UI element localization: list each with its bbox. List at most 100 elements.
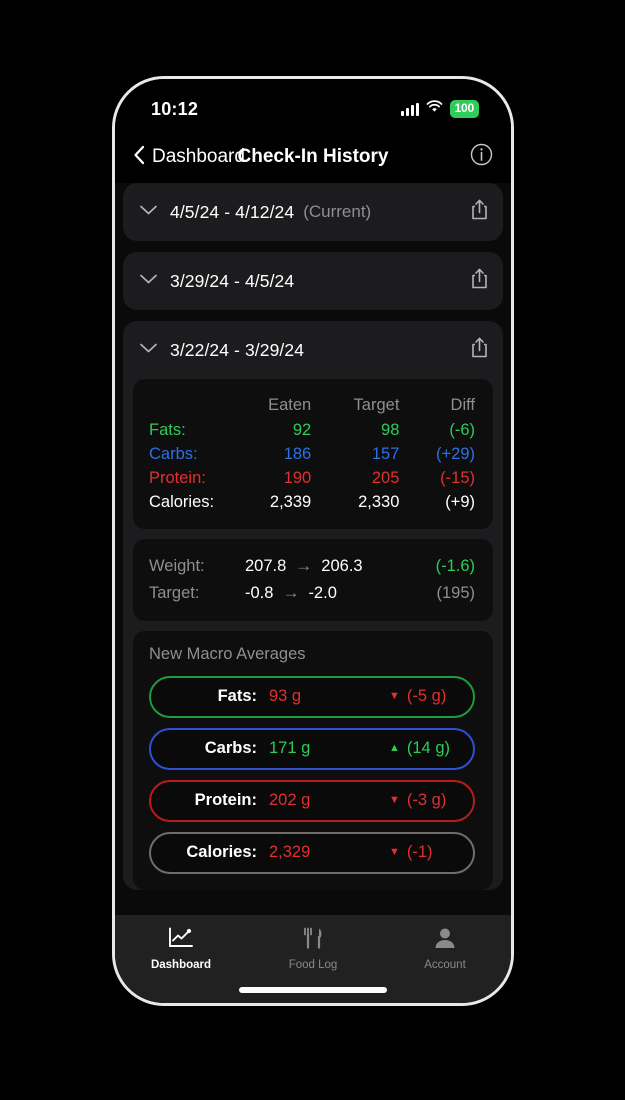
status-bar-time: 10:12 xyxy=(151,98,199,119)
app-screen: 10:12 100 Dashboard Check-In History 4/5… xyxy=(115,79,511,1003)
check-in-range: 4/5/24 - 4/12/24 xyxy=(170,201,295,222)
macro-diff: (+9) xyxy=(445,493,475,511)
target-row: Target: -0.8 → -2.0 (195) xyxy=(149,580,475,607)
pill-label: Calories: xyxy=(186,843,257,861)
tab-label: Dashboard xyxy=(150,959,212,971)
chevron-down-icon xyxy=(139,203,158,221)
macro-average-pill-calories[interactable]: Calories: 2,329 ▼ (-1) xyxy=(149,831,475,874)
macro-average-pill-carbs[interactable]: Carbs: 171 g ▲ (14 g) xyxy=(149,727,475,770)
macro-label: Carbs: xyxy=(149,445,198,463)
target-from: -0.8 xyxy=(245,583,274,602)
pill-value: 171 g xyxy=(269,739,311,757)
triangle-down-icon: ▼ xyxy=(389,846,400,858)
pill-value: 2,329 xyxy=(269,843,311,861)
macro-eaten: 92 xyxy=(292,421,312,439)
share-icon[interactable] xyxy=(470,198,489,226)
macro-target: 157 xyxy=(371,445,400,463)
triangle-down-icon: ▼ xyxy=(389,794,400,806)
chart-line-icon xyxy=(168,927,194,954)
macro-target: 98 xyxy=(381,421,400,439)
pill-value: 93 g xyxy=(269,687,302,705)
macro-label: Calories: xyxy=(149,493,215,511)
macro-table: Eaten Target Diff Fats: 92 98 (-6) Carbs… xyxy=(149,393,475,515)
pill-label: Carbs: xyxy=(204,739,257,757)
triangle-down-icon: ▼ xyxy=(389,690,400,702)
triangle-up-icon: ▲ xyxy=(389,742,400,754)
chevron-down-icon xyxy=(139,341,158,359)
home-indicator xyxy=(239,987,387,993)
macro-label: Fats: xyxy=(149,421,186,439)
tab-dashboard[interactable]: Dashboard xyxy=(115,924,247,1003)
check-in-list: 4/5/24 - 4/12/24 (Current) 3/29/24 - 4/5… xyxy=(115,183,511,915)
weight-delta: (-1.6) xyxy=(435,556,475,575)
new-macro-averages-panel: New Macro Averages Fats: 93 g ▼ (-5 g) C… xyxy=(133,630,493,890)
arrow-right-icon: → xyxy=(282,583,300,602)
macro-label: Protein: xyxy=(149,469,206,487)
person-icon xyxy=(433,927,457,954)
target-label: Target: xyxy=(149,583,200,602)
table-row: Protein: 190 205 (-15) xyxy=(149,467,475,491)
pill-delta: (-5 g) xyxy=(406,687,447,705)
pill-delta: (14 g) xyxy=(406,739,450,757)
macro-average-pill-fats[interactable]: Fats: 93 g ▼ (-5 g) xyxy=(149,675,475,718)
pill-label: Fats: xyxy=(217,687,257,705)
macro-eaten: 186 xyxy=(283,445,312,463)
check-in-header[interactable]: 3/22/24 - 3/29/24 xyxy=(123,321,503,379)
table-row: Fats: 92 98 (-6) xyxy=(149,419,475,443)
weight-to: 206.3 xyxy=(321,556,363,575)
tab-bar: Dashboard Food Log Account xyxy=(115,915,511,1003)
target-delta: (195) xyxy=(436,583,475,602)
macro-diff: (-15) xyxy=(440,469,475,487)
table-row: Calories: 2,339 2,330 (+9) xyxy=(149,491,475,515)
table-header-row: Eaten Target Diff xyxy=(149,393,475,419)
macro-diff: (+29) xyxy=(436,445,475,463)
check-in-header[interactable]: 4/5/24 - 4/12/24 (Current) xyxy=(123,183,503,241)
tab-label: Food Log xyxy=(288,959,338,971)
back-button[interactable]: Dashboard xyxy=(133,145,245,170)
share-icon[interactable] xyxy=(470,336,489,364)
column-header-target: Target xyxy=(353,395,400,414)
fork-knife-icon xyxy=(301,927,325,954)
wifi-icon xyxy=(426,100,443,118)
weight-panel: Weight: 207.8 → 206.3 (-1.6) Target: -0.… xyxy=(133,538,493,621)
weight-label: Weight: xyxy=(149,556,205,575)
weight-from: 207.8 xyxy=(245,556,287,575)
panel-title: New Macro Averages xyxy=(149,644,306,663)
macro-eaten: 190 xyxy=(283,469,312,487)
macro-eaten: 2,339 xyxy=(269,493,312,511)
macro-average-pill-protein[interactable]: Protein: 202 g ▼ (-3 g) xyxy=(149,779,475,822)
pill-delta: (-3 g) xyxy=(406,791,447,809)
macro-diff: (-6) xyxy=(449,421,475,439)
info-circle-icon xyxy=(470,143,493,170)
macro-target: 205 xyxy=(371,469,400,487)
table-row: Carbs: 186 157 (+29) xyxy=(149,443,475,467)
check-in-range: 3/22/24 - 3/29/24 xyxy=(170,339,305,360)
tab-label: Account xyxy=(424,959,466,971)
tab-account[interactable]: Account xyxy=(379,924,511,1003)
battery-badge: 100 xyxy=(449,100,479,118)
macro-summary-panel: Eaten Target Diff Fats: 92 98 (-6) Carbs… xyxy=(133,379,493,529)
nav-bar: Dashboard Check-In History xyxy=(115,131,511,183)
chevron-left-icon xyxy=(133,145,145,170)
check-in-card: 4/5/24 - 4/12/24 (Current) xyxy=(123,183,503,241)
status-bar: 10:12 100 xyxy=(115,79,511,131)
check-in-range: 3/29/24 - 4/5/24 xyxy=(170,270,295,291)
column-header-eaten: Eaten xyxy=(268,395,312,414)
column-header-diff: Diff xyxy=(450,395,475,414)
check-in-header[interactable]: 3/29/24 - 4/5/24 xyxy=(123,252,503,310)
target-to: -2.0 xyxy=(308,583,337,602)
back-button-label: Dashboard xyxy=(152,146,245,167)
chevron-down-icon xyxy=(139,272,158,290)
macro-target: 2,330 xyxy=(358,493,400,511)
weight-row: Weight: 207.8 → 206.3 (-1.6) xyxy=(149,553,475,580)
pill-value: 202 g xyxy=(269,791,311,809)
check-in-card: 3/29/24 - 4/5/24 xyxy=(123,252,503,310)
check-in-note: (Current) xyxy=(303,202,372,221)
pill-label: Protein: xyxy=(194,791,257,809)
phone-frame: 10:12 100 Dashboard Check-In History 4/5… xyxy=(112,76,514,1006)
arrow-right-icon: → xyxy=(295,556,313,575)
info-button[interactable] xyxy=(470,143,493,171)
share-icon[interactable] xyxy=(470,267,489,295)
cellular-bars-icon xyxy=(400,102,419,116)
pill-delta: (-1) xyxy=(406,843,433,861)
